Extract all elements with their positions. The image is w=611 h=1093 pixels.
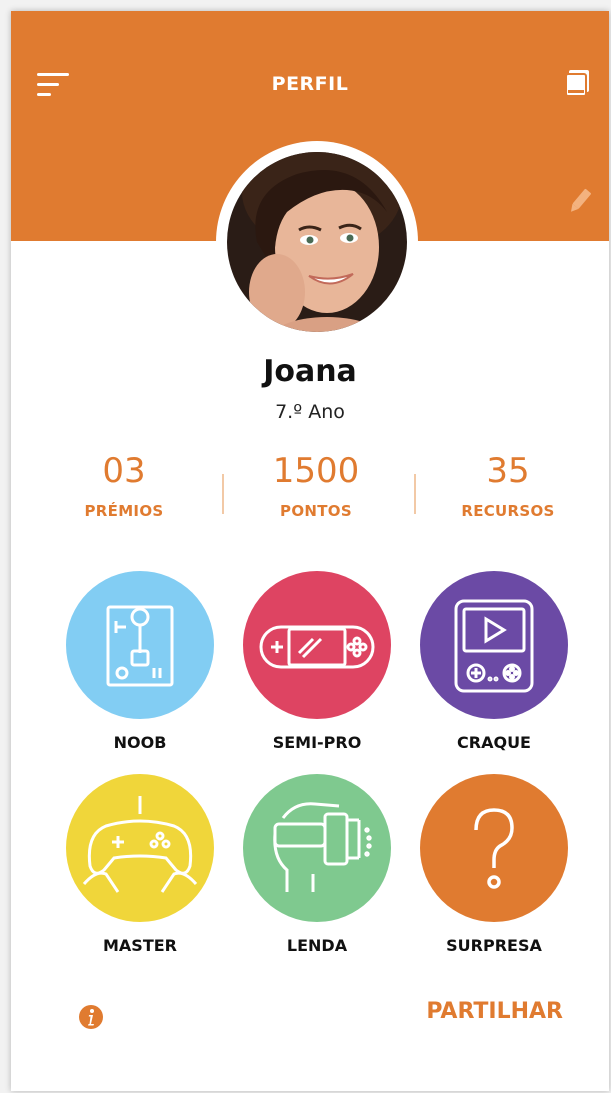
joystick-icon (66, 571, 214, 719)
stat-recursos: 35 RECURSOS (418, 451, 598, 520)
stat-divider (414, 474, 416, 514)
question-mark-icon (420, 774, 568, 922)
badge-label: NOOB (113, 733, 167, 752)
stat-label: RECURSOS (461, 502, 555, 520)
gameboy-icon (420, 571, 568, 719)
share-button[interactable]: PARTILHAR (391, 999, 563, 1024)
stat-value: 35 (486, 451, 530, 491)
stat-value: 1500 (272, 451, 360, 491)
stat-value: 03 (102, 451, 146, 491)
badge-label: SURPRESA (446, 936, 542, 955)
info-icon[interactable] (78, 1004, 104, 1030)
badge-label: MASTER (103, 936, 177, 955)
profile-photo (227, 152, 407, 332)
book-icon[interactable] (565, 69, 591, 97)
stat-pontos: 1500 PONTOS (226, 451, 406, 520)
badge-noob[interactable]: NOOB (60, 571, 220, 752)
profile-screen: PERFIL Joana 7.º Ano 03 PRÉMIOS 1500 PON… (11, 11, 609, 1091)
badge-semi-pro[interactable]: SEMI-PRO (237, 571, 397, 752)
stat-label: PONTOS (280, 502, 352, 520)
stat-divider (222, 474, 224, 514)
stat-premios: 03 PRÉMIOS (34, 451, 214, 520)
badge-surpresa[interactable]: SURPRESA (414, 774, 574, 955)
vr-headset-icon (243, 774, 391, 922)
badge-craque[interactable]: CRAQUE (414, 571, 574, 752)
gamepad-icon (66, 774, 214, 922)
avatar[interactable] (216, 141, 418, 343)
page-title: PERFIL (271, 73, 349, 95)
badge-master[interactable]: MASTER (60, 774, 220, 955)
badge-lenda[interactable]: LENDA (237, 774, 397, 955)
badge-label: SEMI-PRO (272, 733, 362, 752)
stat-label: PRÉMIOS (84, 502, 164, 520)
handheld-console-icon (243, 571, 391, 719)
profile-name: Joana (263, 354, 357, 389)
badge-label: LENDA (286, 936, 348, 955)
profile-grade: 7.º Ano (275, 401, 345, 423)
badge-label: CRAQUE (457, 733, 531, 752)
pencil-icon[interactable] (567, 186, 593, 216)
